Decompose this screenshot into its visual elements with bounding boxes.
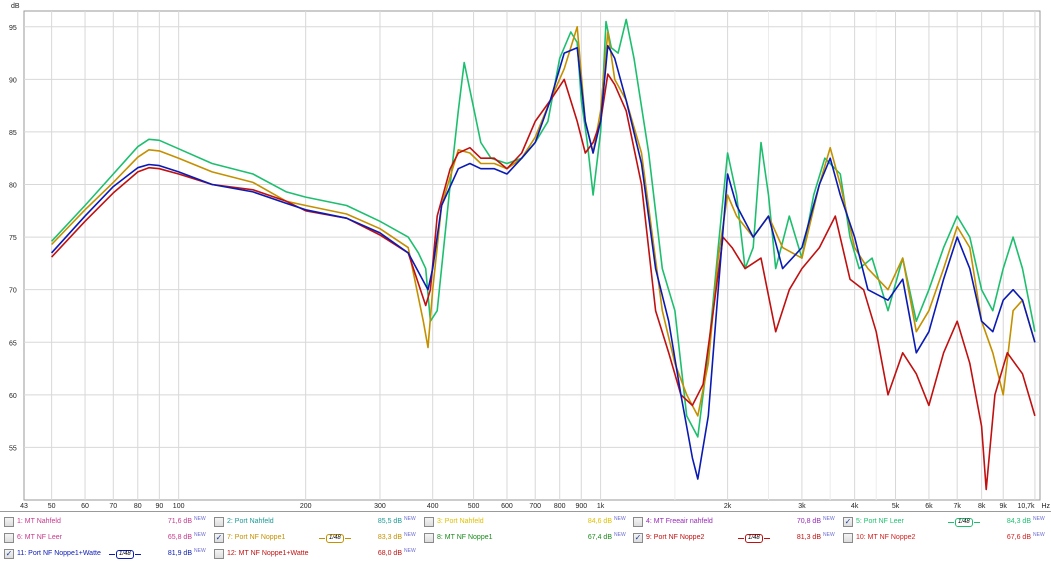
- x-tick-label: 1k: [597, 503, 605, 510]
- x-tick-label: 900: [575, 503, 587, 510]
- y-tick-label: 75: [9, 235, 17, 242]
- plot-area: [23, 10, 1041, 501]
- x-tick-label: 800: [554, 503, 566, 510]
- legend-value: 65,8 dB: [167, 534, 192, 541]
- x-tick-label: 2k: [724, 503, 732, 510]
- legend-label: 9: Port NF Noppe2: [646, 534, 705, 541]
- legend-entry[interactable]: 8: MT NF Noppe1 67,4 dB NEW: [424, 531, 630, 545]
- legend-checkbox[interactable]: ✓: [4, 549, 14, 559]
- legend-entry[interactable]: ✓ 11: Port NF Noppe1+Watte 1/48 81,9 dB NEW: [4, 547, 210, 561]
- legend-new-tag: NEW: [1033, 532, 1045, 538]
- legend-value: 71,6 dB: [167, 518, 192, 525]
- legend-label: 1: MT Nahfeld: [17, 518, 61, 525]
- x-tick-label: 300: [374, 503, 386, 510]
- legend-entry[interactable]: 4: MT Freeair nahfeld 70,8 dB NEW: [633, 515, 839, 529]
- legend-checkbox[interactable]: ✓: [633, 533, 643, 543]
- x-tick-label: 50: [48, 503, 56, 510]
- legend-new-tag: NEW: [823, 532, 835, 538]
- x-tick-label: 7k: [953, 503, 961, 510]
- x-tick-label: 6k: [925, 503, 933, 510]
- x-tick-label: 3k: [798, 503, 806, 510]
- legend-new-tag: NEW: [194, 516, 206, 522]
- legend-entry[interactable]: 6: MT NF Leer 65,8 dB NEW: [4, 531, 210, 545]
- x-tick-label: 400: [427, 503, 439, 510]
- y-tick-label: 60: [9, 393, 17, 400]
- x-tick-label: 60: [81, 503, 89, 510]
- legend-value: 81,3 dB: [796, 534, 821, 541]
- legend-new-tag: NEW: [404, 548, 416, 554]
- y-tick-label: 70: [9, 288, 17, 295]
- legend-checkbox[interactable]: [424, 517, 434, 527]
- legend-label: 3: Port Nahfeld: [437, 518, 484, 525]
- legend-checkbox[interactable]: [4, 517, 14, 527]
- legend-new-tag: NEW: [194, 548, 206, 554]
- x-tick-label: 5k: [892, 503, 900, 510]
- legend-label: 6: MT NF Leer: [17, 534, 62, 541]
- x-tick-label: 700: [529, 503, 541, 510]
- y-tick-label: 80: [9, 183, 17, 190]
- legend-label: 5: Port NF Leer: [856, 518, 904, 525]
- legend-checkbox[interactable]: [214, 549, 224, 559]
- legend-label: 2: Port Nahfeld: [227, 518, 274, 525]
- legend-value: 84,6 dB: [587, 518, 612, 525]
- legend-entry[interactable]: ✓ 7: Port NF Noppe1 1/48 83,3 dB NEW: [214, 531, 420, 545]
- x-tick-label: 8k: [978, 503, 986, 510]
- x-tick-label: 90: [155, 503, 163, 510]
- x-tick-label: 600: [501, 503, 513, 510]
- x-tick-label: 4k: [851, 503, 859, 510]
- legend-entry[interactable]: 12: MT NF Noppe1+Watte 68,0 dB NEW: [214, 547, 420, 561]
- legend-label: 11: Port NF Noppe1+Watte: [17, 550, 101, 557]
- legend-new-tag: NEW: [614, 516, 626, 522]
- legend-value: 85,5 dB: [377, 518, 402, 525]
- legend-entry[interactable]: 3: Port Nahfeld 84,6 dB NEW: [424, 515, 630, 529]
- legend-checkbox[interactable]: [214, 517, 224, 527]
- legend-checkbox[interactable]: [4, 533, 14, 543]
- legend-value: 83,3 dB: [377, 534, 402, 541]
- x-tick-label: 70: [109, 503, 117, 510]
- legend-new-tag: NEW: [404, 516, 416, 522]
- legend-entry[interactable]: ✓ 9: Port NF Noppe2 1/48 81,3 dB NEW: [633, 531, 839, 545]
- legend-panel: 1: MT Nahfeld 71,6 dB NEW 2: Port Nahfeld 85…: [0, 511, 1051, 564]
- y-axis-label: dB: [11, 3, 20, 10]
- legend-value: 67,6 dB: [1006, 534, 1031, 541]
- legend-new-tag: NEW: [823, 516, 835, 522]
- frequency-response-chart: 43 50 60 70 80 90 100 200 300 400 500 600 700 800 900 1…: [9, 3, 1050, 510]
- x-tick-label: 10,7k: [1017, 503, 1035, 510]
- x-tick-label: 200: [300, 503, 312, 510]
- x-tick-label: 500: [468, 503, 480, 510]
- y-tick-label: 95: [9, 25, 17, 32]
- y-tick-label: 90: [9, 77, 17, 84]
- legend-entry[interactable]: ✓ 5: Port NF Leer 1/48 84,3 dB NEW: [843, 515, 1049, 529]
- legend-entry[interactable]: 1: MT Nahfeld 71,6 dB NEW: [4, 515, 210, 529]
- legend-value: 70,8 dB: [796, 518, 821, 525]
- legend-label: 12: MT NF Noppe1+Watte: [227, 550, 309, 557]
- y-tick-label: 85: [9, 130, 17, 137]
- legend-new-tag: NEW: [194, 532, 206, 538]
- legend-checkbox[interactable]: ✓: [214, 533, 224, 543]
- legend-value: 67,4 dB: [587, 534, 612, 541]
- legend-entry[interactable]: 2: Port Nahfeld 85,5 dB NEW: [214, 515, 420, 529]
- legend-value: 81,9 dB: [167, 550, 192, 557]
- legend-checkbox[interactable]: [633, 517, 643, 527]
- legend-checkbox[interactable]: ✓: [843, 517, 853, 527]
- x-tick-label: 100: [173, 503, 185, 510]
- legend-new-tag: NEW: [1033, 516, 1045, 522]
- legend-value: 68,0 dB: [377, 550, 402, 557]
- y-tick-label: 65: [9, 340, 17, 347]
- legend-checkbox[interactable]: [424, 533, 434, 543]
- x-axis-unit: Hz: [1041, 503, 1050, 510]
- legend-checkbox[interactable]: [843, 533, 853, 543]
- legend-label: 4: MT Freeair nahfeld: [646, 518, 713, 525]
- legend-new-tag: NEW: [614, 532, 626, 538]
- x-tick-label: 43: [20, 503, 28, 510]
- x-tick-label: 9k: [1000, 503, 1008, 510]
- legend-label: 10: MT NF Noppe2: [856, 534, 916, 541]
- legend-new-tag: NEW: [404, 532, 416, 538]
- legend-label: 7: Port NF Noppe1: [227, 534, 286, 541]
- legend-entry[interactable]: 10: MT NF Noppe2 67,6 dB NEW: [843, 531, 1049, 545]
- y-tick-label: 55: [9, 445, 17, 452]
- legend-value: 84,3 dB: [1006, 518, 1031, 525]
- x-tick-label: 80: [134, 503, 142, 510]
- legend-label: 8: MT NF Noppe1: [437, 534, 493, 541]
